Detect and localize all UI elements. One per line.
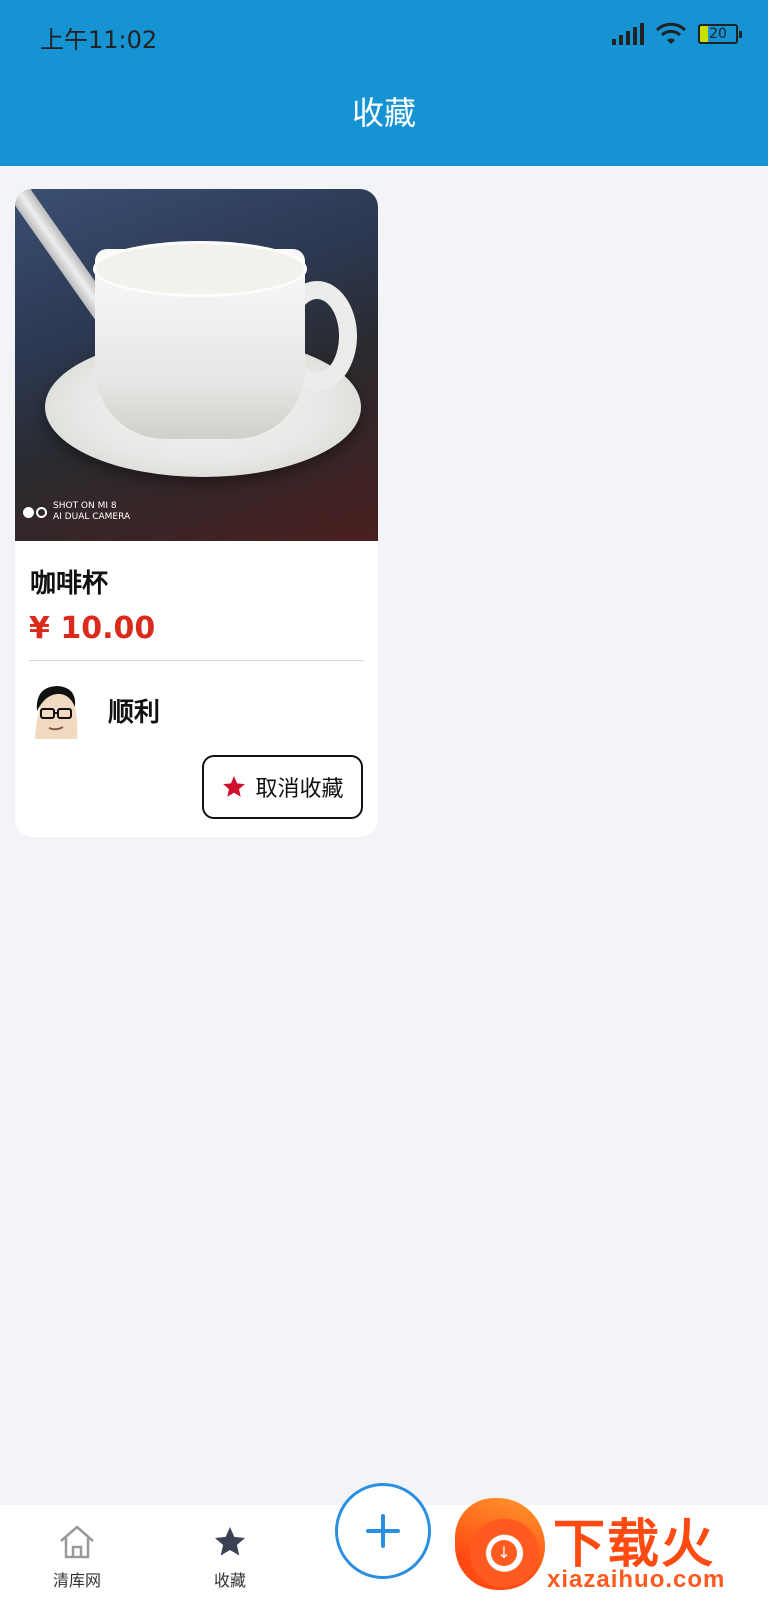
tab-favorites-label: 收藏: [213, 1571, 246, 1590]
wifi-icon: [656, 22, 686, 44]
avatar-icon: [29, 681, 83, 739]
status-icons: 20: [612, 20, 742, 48]
product-photo[interactable]: SHOT ON MI 8 AI DUAL CAMERA: [15, 189, 378, 541]
photo-cup-rim: [93, 241, 307, 297]
status-time: 上午11:02: [40, 26, 158, 54]
item-price: ¥ 10.00: [29, 611, 156, 646]
seller-name: 顺利: [108, 698, 161, 728]
signal-icon: [612, 23, 644, 45]
favorite-card[interactable]: SHOT ON MI 8 AI DUAL CAMERA 咖啡杯 ¥ 10.00 …: [15, 189, 378, 837]
watermark-line2: AI DUAL CAMERA: [53, 512, 131, 522]
download-icon: ↓: [491, 1540, 517, 1566]
star-icon: [215, 1527, 245, 1556]
camera-watermark: SHOT ON MI 8 AI DUAL CAMERA: [23, 501, 130, 523]
card-divider: [29, 660, 364, 661]
plus-icon: [366, 1514, 400, 1548]
brand-url: xiazaihuo.com: [547, 1566, 726, 1593]
unfavorite-button[interactable]: 取消收藏: [202, 755, 363, 819]
page-title: 收藏: [351, 94, 416, 132]
app-header: 上午11:02 20 收藏: [0, 0, 768, 166]
unfavorite-label: 取消收藏: [255, 777, 344, 802]
watermark-line1: SHOT ON MI 8: [53, 501, 117, 511]
add-button[interactable]: [335, 1483, 431, 1579]
battery-icon: 20: [698, 24, 742, 44]
brand-watermark: ↓ 下载火 xiazaihuo.com: [455, 1498, 760, 1598]
tab-home-label: 清库网: [52, 1571, 101, 1590]
home-icon: [60, 1525, 94, 1559]
seller-avatar[interactable]: [29, 681, 83, 739]
item-name: 咖啡杯: [30, 569, 109, 599]
tab-home[interactable]: 清库网: [22, 1523, 132, 1591]
camera-dots-icon: [23, 506, 47, 518]
tab-favorites[interactable]: 收藏: [175, 1523, 285, 1591]
star-icon: [223, 776, 246, 797]
